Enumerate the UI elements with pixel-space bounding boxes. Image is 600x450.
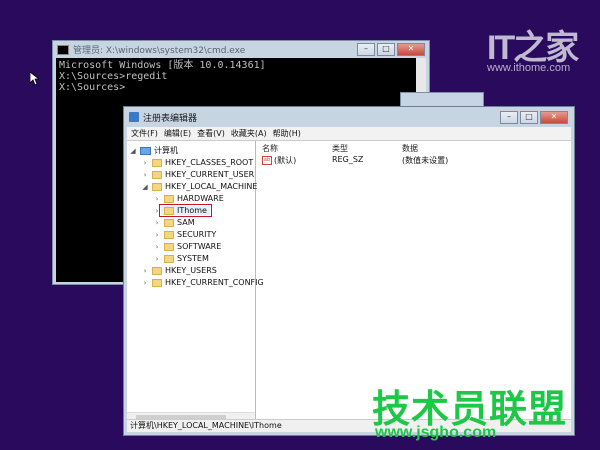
tree-item-sam[interactable]: › SAM	[153, 217, 195, 228]
cmd-line: X:\Sources>	[59, 82, 126, 93]
collapsed-arrow-icon[interactable]: ›	[153, 231, 161, 239]
column-header-name[interactable]: 名称	[262, 143, 278, 154]
cmd-line: X:\Sources>regedit	[59, 71, 168, 82]
tree-label: SAM	[177, 218, 195, 227]
tree-item-hkcu[interactable]: › HKEY_CURRENT_USER	[141, 169, 255, 180]
mouse-cursor-icon	[30, 72, 39, 86]
collapsed-arrow-icon[interactable]: ›	[153, 243, 161, 251]
value-name: (默认)	[274, 156, 297, 165]
folder-icon	[152, 170, 162, 179]
regedit-title-text: 注册表编辑器	[143, 113, 198, 124]
tree-label: SECURITY	[177, 230, 217, 239]
cmd-icon	[57, 44, 69, 55]
tree-item-hardware[interactable]: › HARDWARE	[153, 193, 224, 204]
folder-icon	[164, 194, 174, 203]
registry-tree[interactable]: ◢ 计算机 › HKEY_CLASSES_ROOT › HKEY_CURRENT…	[127, 141, 264, 423]
tree-label: HKEY_LOCAL_MACHINE	[165, 182, 258, 191]
tree-label: IThome	[177, 206, 207, 215]
tree-label: HARDWARE	[177, 194, 224, 203]
menu-edit[interactable]: 编辑(E)	[164, 127, 191, 140]
collapsed-arrow-icon[interactable]: ›	[141, 279, 149, 287]
tree-item-ithome[interactable]: › IThome	[153, 204, 212, 217]
ithome-url: www.ithome.com	[487, 62, 571, 74]
cmd-minimize-button[interactable]: –	[357, 43, 375, 56]
tree-label: 计算机	[154, 146, 178, 155]
tree-item-system[interactable]: › SYSTEM	[153, 253, 209, 264]
selected-key-highlight: IThome	[159, 204, 212, 217]
cmd-title-text: 管理员: X:\windows\system32\cmd.exe	[73, 46, 246, 56]
expanded-arrow-icon[interactable]: ◢	[129, 147, 137, 155]
folder-icon	[152, 266, 162, 275]
expanded-arrow-icon[interactable]: ◢	[141, 183, 149, 191]
collapsed-arrow-icon[interactable]: ›	[153, 219, 161, 227]
regedit-icon	[129, 112, 139, 122]
menu-file[interactable]: 文件(F)	[131, 127, 158, 140]
column-header-data[interactable]: 数据	[402, 143, 418, 154]
string-value-icon: ab	[262, 156, 272, 165]
tree-item-hkcr[interactable]: › HKEY_CLASSES_ROOT	[141, 157, 254, 168]
tree-item-software[interactable]: › SOFTWARE	[153, 241, 222, 252]
tree-label: SOFTWARE	[177, 242, 222, 251]
folder-icon	[164, 218, 174, 227]
tree-label: SYSTEM	[177, 254, 209, 263]
folder-icon	[152, 182, 162, 191]
menu-help[interactable]: 帮助(H)	[273, 127, 301, 140]
tree-label: HKEY_CURRENT_USER	[165, 170, 255, 179]
cmd-line: Microsoft Windows [版本 10.0.14361]	[59, 60, 266, 71]
regedit-minimize-button[interactable]: –	[500, 111, 518, 124]
menu-view[interactable]: 查看(V)	[197, 127, 225, 140]
tree-label: HKEY_CURRENT_CONFIG	[165, 278, 264, 287]
cmd-close-button[interactable]: ✕	[397, 43, 425, 56]
value-type: REG_SZ	[332, 155, 364, 164]
tree-item-security[interactable]: › SECURITY	[153, 229, 217, 240]
computer-icon	[140, 146, 151, 155]
tree-item-hkcc[interactable]: › HKEY_CURRENT_CONFIG	[141, 277, 264, 288]
folder-icon	[164, 242, 174, 251]
collapsed-arrow-icon[interactable]: ›	[153, 255, 161, 263]
collapsed-arrow-icon[interactable]: ›	[141, 159, 149, 167]
cmd-maximize-button[interactable]: □	[377, 43, 395, 56]
folder-icon	[152, 278, 162, 287]
tree-item-computer[interactable]: ◢ 计算机	[129, 145, 178, 156]
regedit-maximize-button[interactable]: □	[520, 111, 538, 124]
regedit-close-button[interactable]: ✕	[540, 111, 568, 124]
folder-icon	[164, 230, 174, 239]
tree-label: HKEY_CLASSES_ROOT	[165, 158, 254, 167]
value-row[interactable]: ab (默认) REG_SZ (数值未设置)	[260, 155, 571, 166]
collapsed-arrow-icon[interactable]: ›	[141, 267, 149, 275]
jsgho-url: www.jsgho.com	[375, 424, 497, 441]
tree-item-hku[interactable]: › HKEY_USERS	[141, 265, 217, 276]
collapsed-arrow-icon[interactable]: ›	[153, 195, 161, 203]
collapsed-arrow-icon[interactable]: ›	[153, 207, 161, 215]
folder-icon	[164, 254, 174, 263]
folder-icon	[152, 158, 162, 167]
folder-icon	[164, 206, 174, 215]
collapsed-arrow-icon[interactable]: ›	[141, 171, 149, 179]
column-header-type[interactable]: 类型	[332, 143, 348, 154]
menu-bar: 文件(F) 编辑(E) 查看(V) 收藏夹(A) 帮助(H)	[127, 127, 571, 140]
tree-label: HKEY_USERS	[165, 266, 217, 275]
menu-favorites[interactable]: 收藏夹(A)	[231, 127, 267, 140]
value-data: (数值未设置)	[402, 156, 449, 165]
tree-item-hklm[interactable]: ◢ HKEY_LOCAL_MACHINE	[141, 181, 257, 192]
